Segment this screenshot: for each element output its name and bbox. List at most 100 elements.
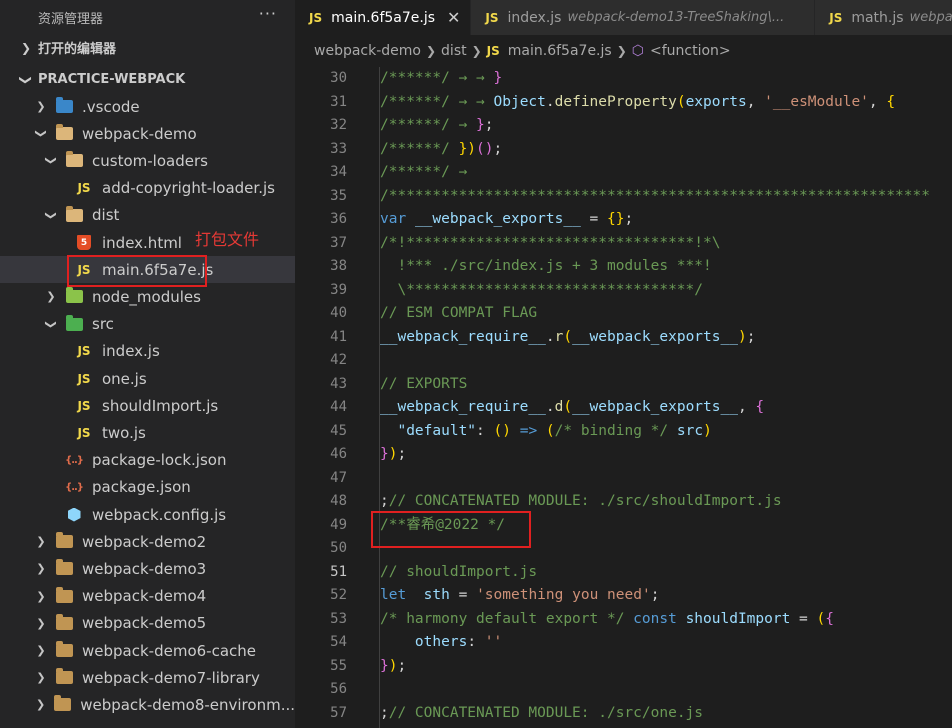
tree-item-label: shouldImport.js — [102, 396, 219, 415]
code-line: __webpack_require__.r(__webpack_exports_… — [380, 326, 755, 350]
tree-item-label: package.json — [92, 478, 191, 497]
tree-item[interactable]: ❯ webpack-demo — [0, 120, 295, 147]
project-label: PRACTICE-WEBPACK — [38, 72, 186, 87]
code-token: // CONCATENATED MODULE: ./src/shouldImpo… — [388, 493, 782, 509]
tree-item[interactable]: ❯ webpack-demo4 — [0, 583, 295, 610]
editor-tab[interactable]: JS main.6f5a7e.js ✕ — [295, 0, 472, 35]
code-token: , — [868, 93, 887, 110]
breadcrumb-item[interactable]: webpack-demo — [314, 43, 421, 59]
tree-item[interactable]: ❯ webpack-demo8-environm... — [0, 691, 295, 718]
folder-icon — [54, 641, 74, 657]
node-modules-folder-icon — [64, 287, 84, 304]
explorer-title-label: 资源管理器 — [38, 11, 104, 27]
code-line: \*********************************/ — [380, 279, 703, 303]
tree-item-label: webpack-demo6-cache — [82, 641, 256, 660]
webpack-config-icon — [64, 507, 84, 522]
close-icon[interactable]: ✕ — [447, 8, 460, 27]
tree-item[interactable]: ❯ .vscode — [0, 93, 295, 120]
line-number: 33 — [330, 140, 347, 157]
code-token: sth — [423, 587, 450, 603]
code-token: ; — [650, 587, 660, 603]
breadcrumb-item[interactable]: dist — [441, 43, 467, 59]
chevron-right-icon: ❯ — [36, 535, 46, 549]
line-number: 39 — [330, 281, 347, 298]
code-token: ( — [563, 399, 573, 415]
tree-item-label: node_modules — [92, 287, 201, 306]
open-editors-section[interactable]: ❯ 打开的编辑器 — [0, 34, 295, 61]
tree-item[interactable]: {..} package-lock.json — [0, 447, 295, 474]
tree-item[interactable]: ❯ node_modules — [0, 283, 295, 310]
code-token: ; — [380, 493, 389, 509]
tree-item[interactable]: JS shouldImport.js — [0, 392, 295, 419]
code-token: = — [449, 587, 477, 603]
tree-item[interactable]: JS add-copyright-loader.js — [0, 175, 295, 202]
tree-item[interactable]: ❯ custom-loaders — [0, 147, 295, 174]
tree-item[interactable]: ❯ src — [0, 311, 295, 338]
tree-item[interactable]: ❯ webpack-demo3 — [0, 555, 295, 582]
editor-tab[interactable]: JS math.js webpa — [815, 0, 952, 35]
tree-item[interactable]: JS one.js — [0, 365, 295, 392]
tree-item[interactable]: webpack.config.js — [0, 501, 295, 528]
line-number: 36 — [330, 211, 347, 227]
tree-item[interactable]: ❯ webpack-demo5 — [0, 610, 295, 637]
more-actions-icon[interactable]: ··· — [259, 4, 277, 23]
chevron-right-icon: ❯ — [46, 290, 56, 304]
editor-tab[interactable]: JS index.js webpack-demo13-TreeShaking\... — [471, 0, 816, 35]
code-token: __webpack_exports__ — [572, 399, 738, 415]
code-token: () — [476, 140, 494, 157]
tree-item[interactable]: JS two.js — [0, 419, 295, 446]
tree-item-label: webpack-demo2 — [82, 532, 207, 551]
tree-item-label: custom-loaders — [92, 151, 208, 170]
code-token: var — [380, 211, 407, 227]
code-token: ; — [397, 657, 407, 674]
project-section[interactable]: ❯ PRACTICE-WEBPACK — [0, 66, 295, 93]
chevron-down-icon: ❯ — [44, 156, 58, 166]
code-token: __webpack_require__ — [380, 399, 546, 415]
tree-item-label: webpack-demo5 — [82, 614, 207, 633]
breadcrumb-symbol[interactable]: <function> — [650, 43, 731, 59]
tree-item[interactable]: JS index.js — [0, 338, 295, 365]
code-token: } — [380, 446, 389, 462]
line-number: 50 — [330, 540, 347, 556]
chevron-right-icon: ❯ — [616, 44, 627, 58]
tree-item[interactable]: ❯ webpack-demo7-library — [0, 664, 295, 691]
code-token: defineProperty — [554, 93, 677, 110]
code-token: ) — [703, 422, 712, 439]
line-number: 37 — [330, 234, 347, 251]
explorer-title: 资源管理器 ··· — [0, 0, 295, 34]
tree-item[interactable]: ❯ dist — [0, 202, 295, 229]
code-line: /* harmony default export */ const shoul… — [380, 608, 834, 632]
code-token: ( — [563, 328, 573, 345]
line-number: 40 — [330, 305, 347, 321]
tree-item[interactable]: ❯ webpack-demo6-cache — [0, 637, 295, 664]
tree-item-label: src — [92, 315, 114, 334]
js-file-icon: JS — [77, 181, 91, 196]
code-line: /******/ })(); — [380, 138, 502, 162]
code-token: let — [380, 587, 407, 603]
chevron-right-icon: ❯ — [36, 100, 46, 113]
code-token: {} — [607, 211, 625, 227]
code-token: { — [755, 399, 765, 415]
code-token: // shouldImport.js — [380, 563, 538, 580]
js-file-icon: JS — [486, 44, 500, 58]
code-token: { — [825, 610, 834, 627]
code-line: /*!*********************************!*\ — [380, 232, 720, 256]
code-token: . — [545, 328, 555, 345]
code-token: const — [633, 610, 677, 627]
breadcrumb-file[interactable]: main.6f5a7e.js — [508, 43, 612, 59]
tree-item[interactable]: {..} package.json — [0, 474, 295, 501]
code-token: ( — [545, 422, 555, 439]
code-line: ;// CONCATENATED MODULE: ./src/one.js — [380, 702, 703, 726]
line-number: 57 — [330, 704, 347, 721]
dist-folder-icon — [64, 205, 84, 222]
code-token: __webpack_exports__ — [414, 211, 581, 227]
line-number: 31 — [330, 93, 347, 110]
chevron-right-icon: ❯ — [36, 671, 46, 685]
code-token: 'something you need' — [476, 587, 651, 603]
tree-item[interactable]: ❯ webpack-demo2 — [0, 528, 295, 555]
code-line: /******/ → — [380, 161, 467, 185]
code-token: } — [476, 117, 485, 133]
line-number: 32 — [330, 117, 347, 133]
code-token: '' — [484, 634, 503, 650]
